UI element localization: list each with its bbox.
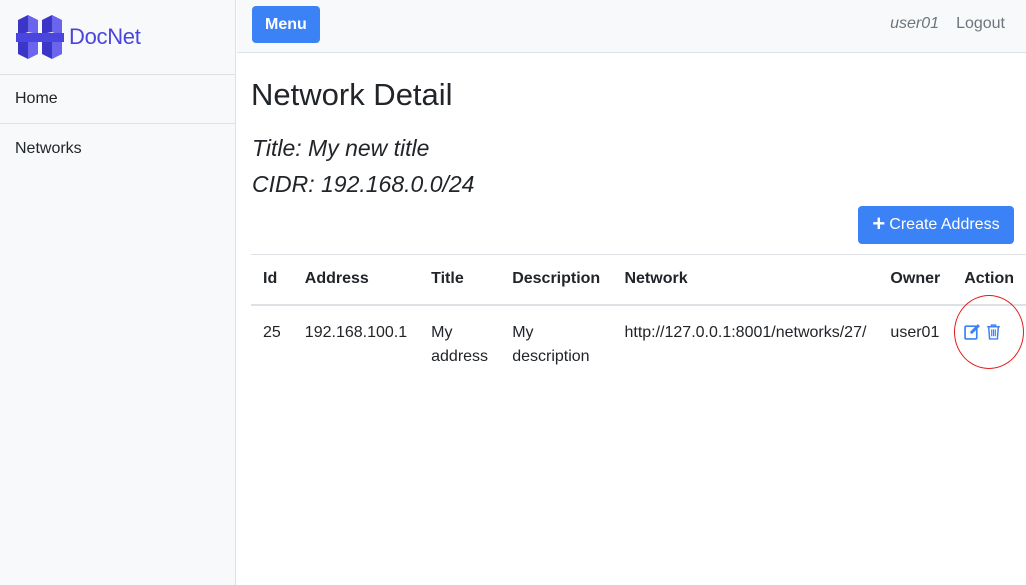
- table-header-row: Id Address Title Description Network Own…: [251, 254, 1026, 306]
- header-network: Network: [612, 254, 879, 306]
- top-bar: Menu user01 Logout: [237, 0, 1026, 53]
- cell-id: 25: [263, 323, 281, 341]
- address-table: Id Address Title Description Network Own…: [251, 254, 1026, 377]
- cell-owner: user01: [890, 323, 940, 341]
- sidebar-item-home[interactable]: Home: [0, 75, 235, 124]
- logout-link[interactable]: Logout: [956, 15, 1005, 33]
- trash-icon[interactable]: [985, 323, 1002, 340]
- cell-actions: [952, 305, 1026, 377]
- header-action: Action: [952, 254, 1026, 306]
- header-address: Address: [292, 254, 420, 306]
- current-username: user01: [890, 15, 939, 32]
- edit-icon[interactable]: [964, 323, 981, 340]
- plus-icon: +: [872, 211, 886, 236]
- create-address-button[interactable]: + Create Address: [858, 206, 1014, 244]
- brand[interactable]: DocNet: [0, 0, 235, 75]
- cell-description: My description: [512, 323, 590, 365]
- page-title: Network Detail: [251, 77, 453, 112]
- network-title-line: Title: My new title: [252, 135, 430, 161]
- header-id: Id: [251, 254, 293, 306]
- create-address-label: Create Address: [889, 216, 1000, 233]
- cell-title: My address: [431, 323, 489, 365]
- menu-button[interactable]: Menu: [252, 6, 320, 43]
- table-row: 25 192.168.100.1 My address My descripti…: [251, 305, 1026, 377]
- header-title: Title: [419, 254, 501, 306]
- brand-name: DocNet: [69, 24, 141, 49]
- network-cidr-line: CIDR: 192.168.0.0/24: [252, 171, 475, 197]
- cell-network: http://127.0.0.1:8001/networks/27/: [624, 323, 867, 341]
- cell-address: 192.168.100.1: [304, 323, 408, 341]
- header-owner: Owner: [878, 254, 953, 306]
- docnet-logo-icon: [16, 15, 64, 59]
- header-description: Description: [500, 254, 613, 306]
- sidebar: DocNet Home Networks: [0, 0, 236, 585]
- sidebar-item-networks[interactable]: Networks: [0, 124, 235, 173]
